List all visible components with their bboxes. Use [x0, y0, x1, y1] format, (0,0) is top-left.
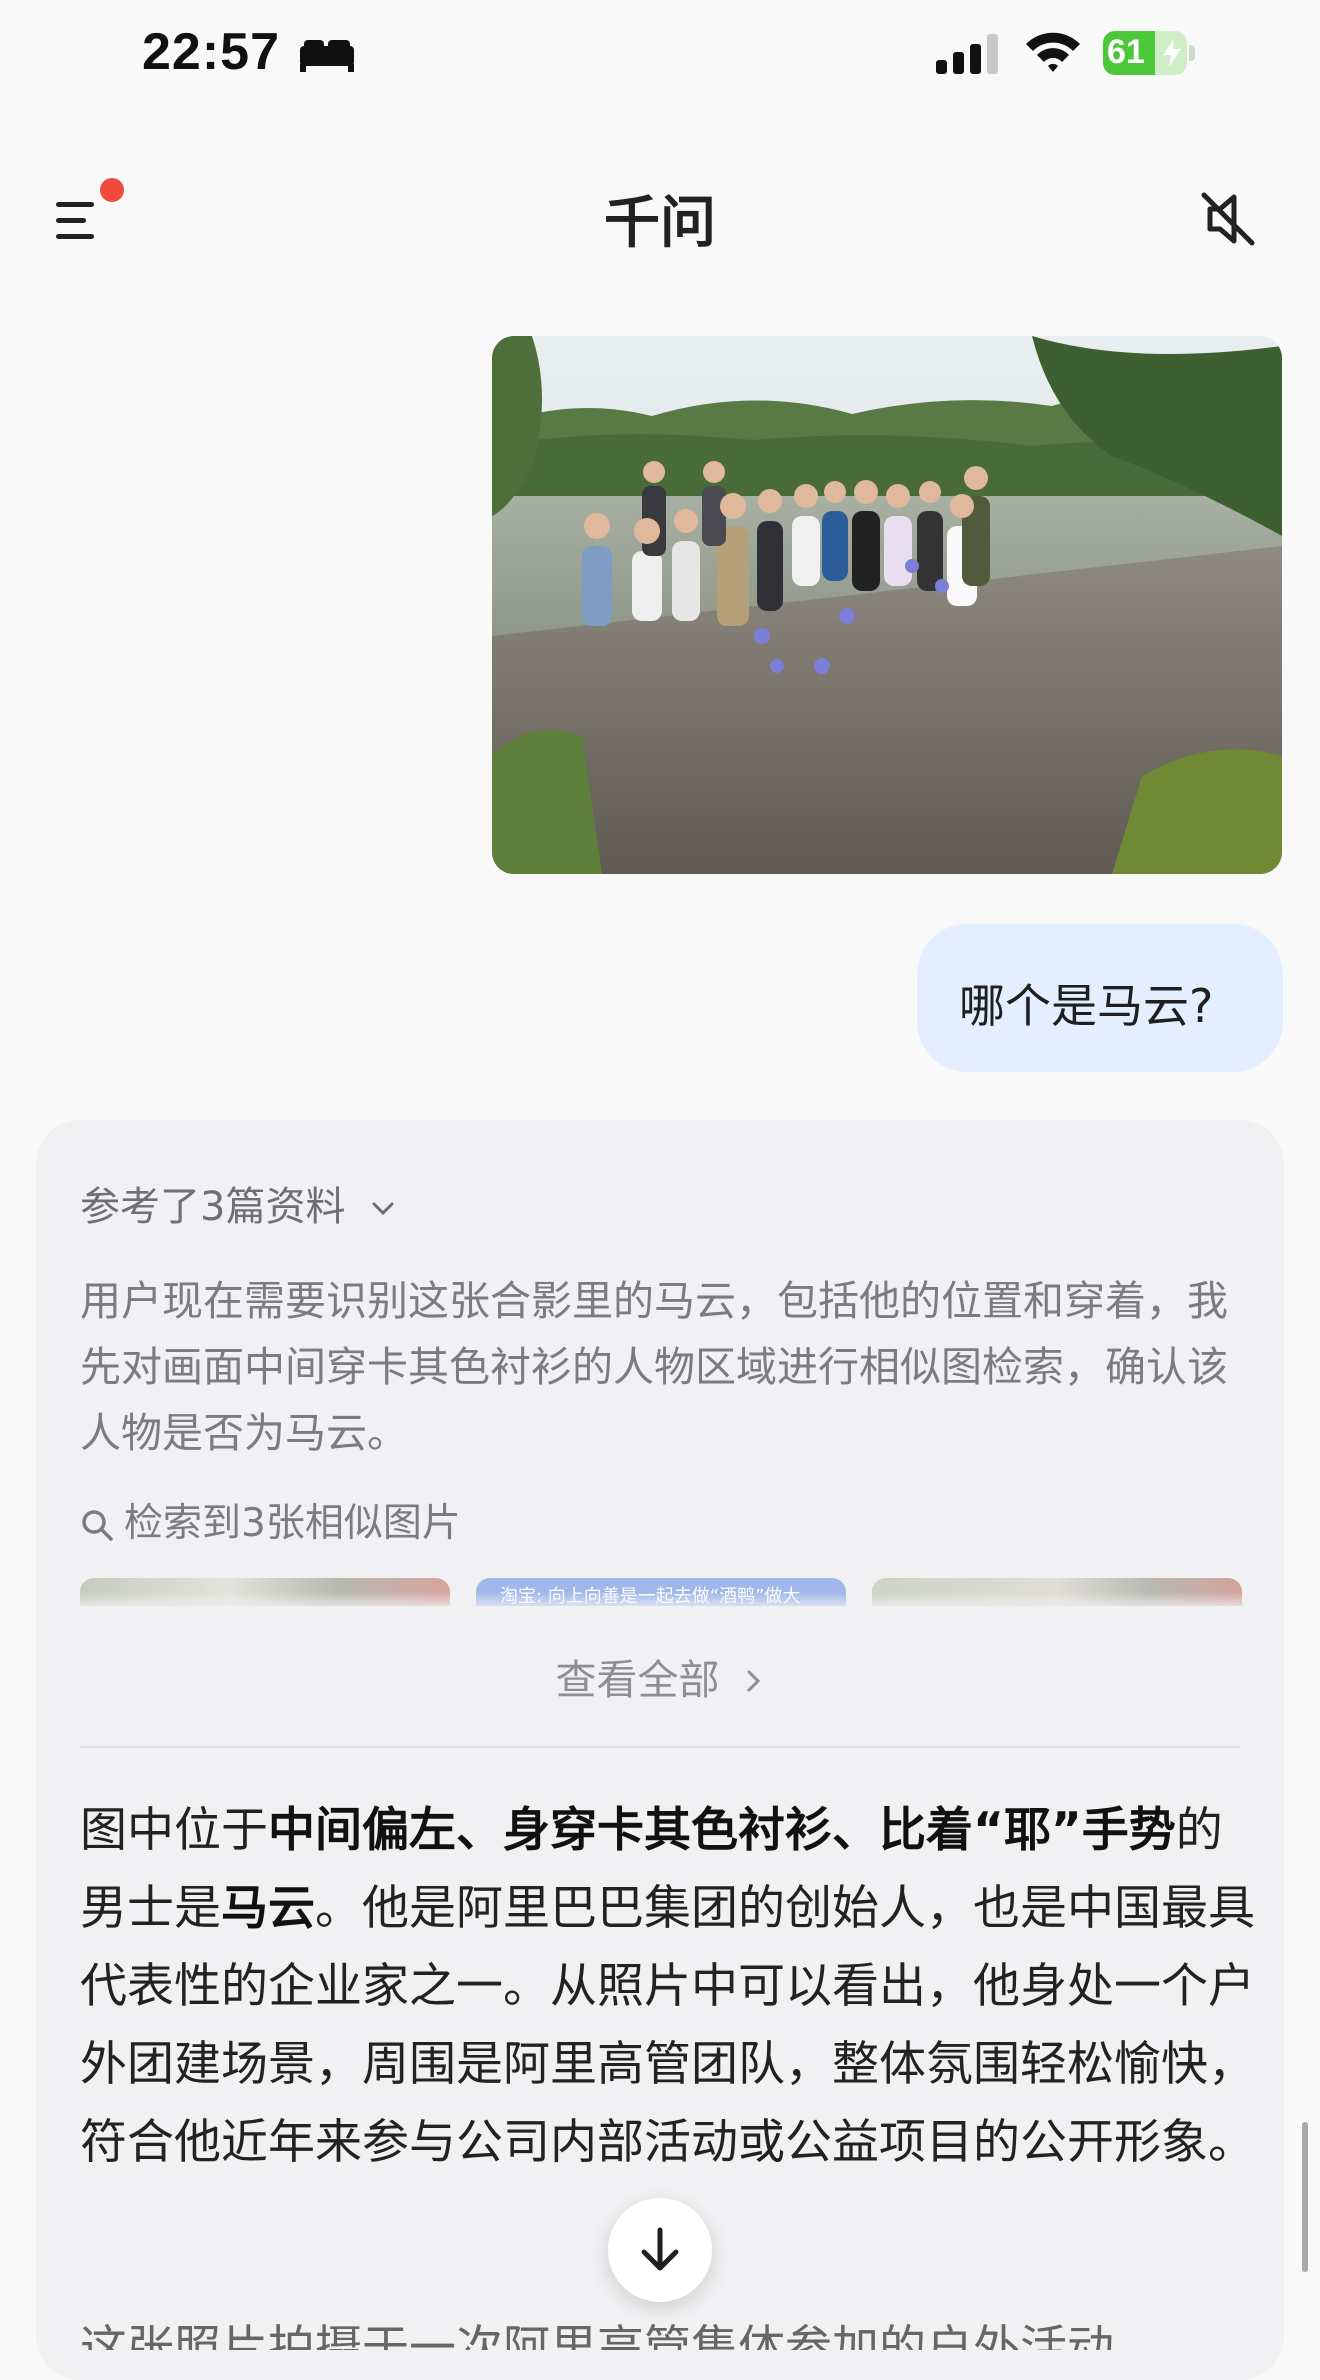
page-title: 千问: [604, 191, 716, 256]
uploaded-photo[interactable]: [492, 336, 1282, 874]
status-time: 22:57: [142, 23, 280, 81]
chevron-down-icon: [372, 1202, 394, 1216]
scroll-to-bottom-button[interactable]: [608, 2198, 712, 2302]
cellular-signal-icon: [936, 34, 998, 74]
references-label: 参考了3篇资料: [80, 1184, 346, 1230]
assistant-answer-card: 参考了3篇资料 用户现在需要识别这张合影里的马云，包括他的位置和穿着，我先对画面…: [36, 1120, 1284, 2380]
battery-level: 61: [1107, 33, 1145, 71]
wifi-icon: [1026, 32, 1080, 72]
mute-button[interactable]: [1196, 187, 1260, 255]
arrow-down-icon: [641, 2227, 679, 2271]
chevron-right-icon: [747, 1670, 760, 1692]
charging-bolt-icon: [1163, 39, 1181, 67]
search-result-label: 检索到3张相似图片: [124, 1501, 461, 1546]
search-icon: [82, 1510, 113, 1541]
scrollbar[interactable]: [1302, 2122, 1308, 2272]
view-all-label: 查看全部: [555, 1656, 720, 1704]
speaker-muted-icon: [1201, 192, 1255, 246]
view-all-link[interactable]: 查看全部: [36, 1646, 1284, 1706]
thinking-text: 用户现在需要识别这张合影里的马云，包括他的位置和穿着，我先对画面中间穿卡其色衬衫…: [80, 1277, 1228, 1457]
divider: [80, 1746, 1240, 1748]
sleep-focus-icon: [300, 40, 354, 72]
user-message-text: 哪个是马云?: [959, 979, 1214, 1033]
references-toggle[interactable]: 参考了3篇资料: [80, 1174, 396, 1232]
answer-text: 图中位于中间偏左、身穿卡其色衬衫、比着“耶”手势的男士是马云。他是阿里巴巴集团的…: [80, 1803, 1255, 2170]
image-search-result: 检索到3张相似图片: [80, 1492, 461, 1548]
answer-next-line: 这张照片拍摄于一次阿里高管集体参加的户外活动: [80, 2321, 1114, 2350]
user-message-bubble[interactable]: 哪个是马云?: [917, 924, 1283, 1072]
battery-indicator: 61: [1103, 31, 1195, 75]
status-bar: 22:57 61: [0, 0, 1320, 110]
